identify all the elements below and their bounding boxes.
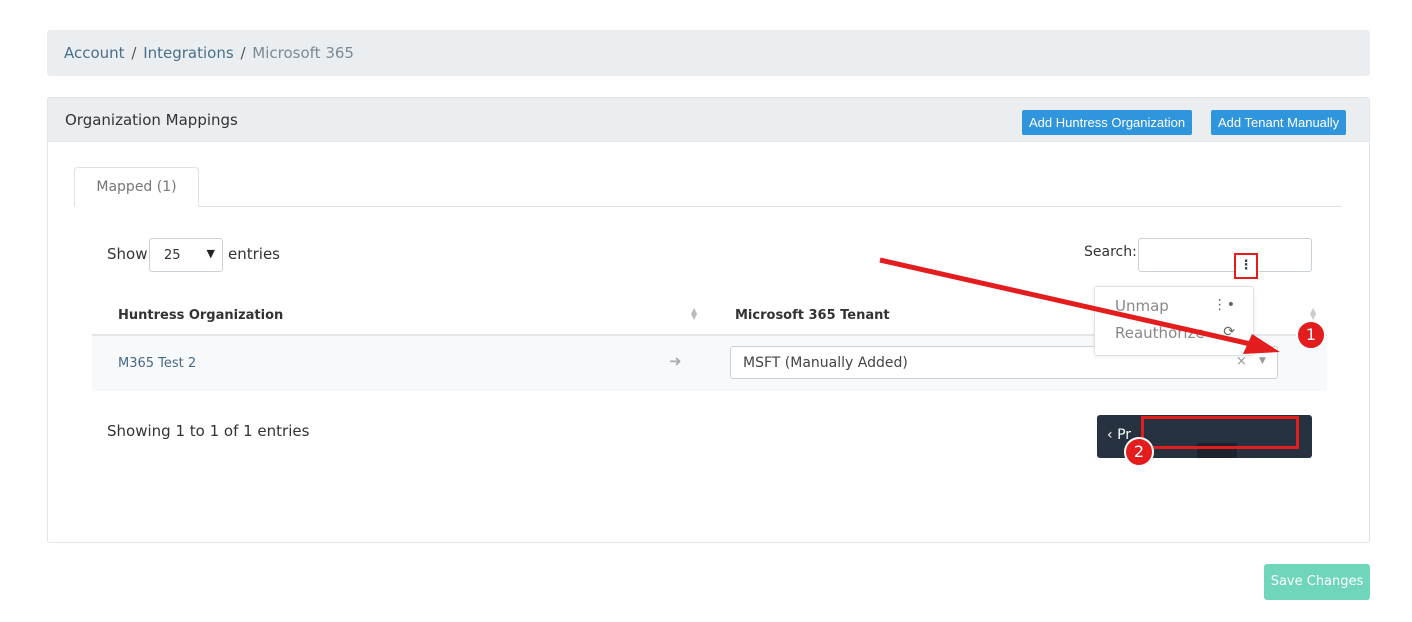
save-changes-button[interactable]: Save Changes bbox=[1264, 564, 1370, 600]
breadcrumb-separator: / bbox=[240, 44, 246, 62]
breadcrumb-integrations[interactable]: Integrations bbox=[143, 44, 233, 62]
breadcrumb-separator: / bbox=[131, 44, 137, 62]
entries-select-value: 25 bbox=[164, 248, 181, 263]
row-actions-highlight: ⋮ bbox=[1234, 253, 1258, 279]
menu-item-unmap[interactable]: Unmap ⋮• bbox=[1095, 293, 1253, 320]
panel-header: Organization Mappings Add Huntress Organ… bbox=[48, 98, 1369, 142]
menu-item-reauthorize[interactable]: Reauthorize ⟳ bbox=[1095, 320, 1253, 347]
menu-item-label: Reauthorize bbox=[1115, 324, 1205, 342]
chevron-down-icon: ▼ bbox=[206, 247, 215, 260]
refresh-icon: ⟳ bbox=[1223, 324, 1235, 340]
showing-entries-text: Showing 1 to 1 of 1 entries bbox=[107, 422, 310, 440]
annotation-badge-1: 1 bbox=[1296, 320, 1326, 350]
panel-title: Organization Mappings bbox=[65, 111, 238, 129]
show-label: Show bbox=[107, 245, 148, 263]
chevron-down-icon[interactable]: ▼ bbox=[1259, 356, 1266, 366]
entries-label: entries bbox=[228, 245, 280, 263]
breadcrumb-current: Microsoft 365 bbox=[252, 44, 354, 62]
sort-icon[interactable]: ▲ ▼ bbox=[691, 307, 697, 321]
organization-cell[interactable]: M365 Test 2 bbox=[118, 356, 196, 371]
add-huntress-organization-button[interactable]: Add Huntress Organization bbox=[1022, 110, 1193, 135]
tab-divider bbox=[74, 206, 1342, 207]
kebab-menu-icon[interactable]: ⋮ bbox=[1239, 257, 1253, 275]
tenant-select-value: MSFT (Manually Added) bbox=[743, 355, 908, 371]
menu-item-label: Unmap bbox=[1115, 297, 1169, 315]
arrow-right-icon: ➜ bbox=[669, 352, 682, 370]
chevron-left-icon: ‹ bbox=[1107, 427, 1113, 443]
sort-icon[interactable]: ▲ ▼ bbox=[1310, 307, 1316, 321]
column-header-huntress-organization[interactable]: Huntress Organization bbox=[118, 308, 283, 323]
unlink-icon: ⋮• bbox=[1212, 297, 1235, 313]
annotation-badge-2: 2 bbox=[1124, 437, 1154, 467]
search-label: Search: bbox=[1084, 244, 1137, 260]
search-input[interactable] bbox=[1138, 238, 1312, 272]
tab-mapped[interactable]: Mapped (1) bbox=[74, 167, 199, 207]
column-header-microsoft-365-tenant[interactable]: Microsoft 365 Tenant bbox=[735, 308, 890, 323]
row-actions-menu: Unmap ⋮• Reauthorize ⟳ bbox=[1094, 286, 1254, 356]
clear-icon[interactable]: × bbox=[1236, 354, 1247, 369]
entries-select[interactable]: 25 ▼ bbox=[149, 238, 223, 272]
add-tenant-manually-button[interactable]: Add Tenant Manually bbox=[1211, 110, 1347, 135]
breadcrumb: Account / Integrations / Microsoft 365 bbox=[47, 30, 1370, 76]
reauthorize-highlight bbox=[1141, 416, 1299, 449]
breadcrumb-account[interactable]: Account bbox=[64, 44, 125, 62]
